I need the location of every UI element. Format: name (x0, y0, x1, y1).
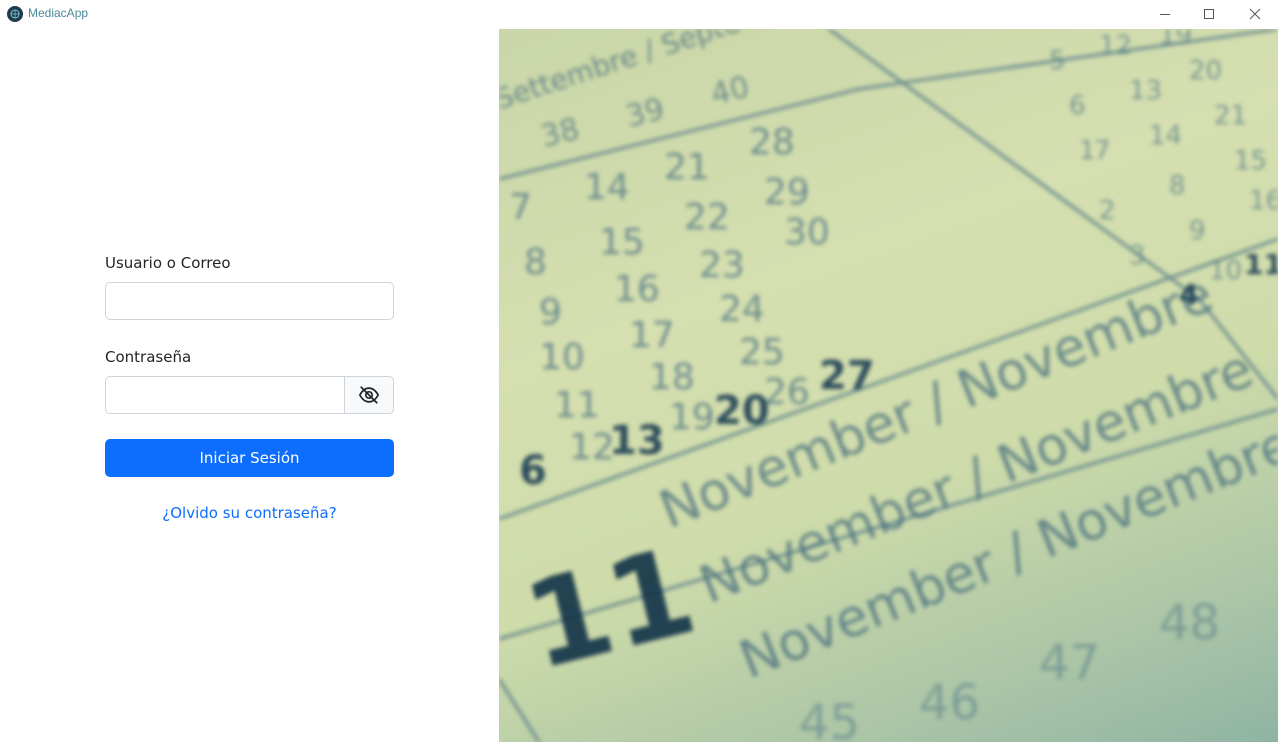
calendar-photo: Settembre / September / Settembre Novemb… (499, 29, 1278, 742)
login-form: Usuario o Correo Contraseña Iniciar Sesi… (0, 28, 499, 742)
svg-text:4: 4 (1179, 278, 1198, 311)
app-title: MediacApp (28, 6, 89, 20)
svg-text:25: 25 (739, 332, 785, 373)
close-button[interactable] (1232, 0, 1278, 28)
minimize-button[interactable] (1142, 0, 1188, 28)
svg-text:9: 9 (539, 292, 562, 333)
svg-text:1: 1 (1079, 136, 1096, 166)
svg-text:3: 3 (1129, 241, 1146, 271)
minimize-icon (1160, 14, 1170, 15)
svg-text:19: 19 (669, 397, 715, 438)
svg-text:45: 45 (799, 695, 860, 742)
svg-text:11: 11 (512, 522, 708, 697)
maximize-button[interactable] (1186, 0, 1232, 28)
svg-text:19: 19 (1159, 29, 1192, 51)
svg-text:46: 46 (919, 675, 980, 731)
svg-text:13: 13 (609, 418, 665, 464)
maximize-icon (1204, 9, 1214, 19)
calendar-background-image: Settembre / September / Settembre Novemb… (499, 29, 1278, 742)
svg-text:38: 38 (537, 112, 583, 155)
svg-text:11: 11 (1244, 248, 1278, 281)
forgot-password-link[interactable]: ¿Olvido su contraseña? (105, 504, 394, 522)
svg-text:13: 13 (1129, 76, 1162, 106)
svg-text:40: 40 (707, 70, 753, 113)
svg-text:29: 29 (764, 172, 810, 213)
svg-text:2: 2 (1099, 196, 1116, 226)
eye-slash-icon (358, 386, 380, 404)
svg-text:48: 48 (1159, 595, 1220, 651)
svg-text:39: 39 (622, 92, 668, 135)
svg-text:12: 12 (569, 427, 615, 468)
username-input[interactable] (105, 282, 394, 320)
svg-text:17: 17 (629, 315, 675, 356)
username-label: Usuario o Correo (105, 254, 231, 272)
password-label: Contraseña (105, 348, 192, 366)
svg-text:10: 10 (1209, 256, 1242, 286)
svg-text:30: 30 (784, 212, 830, 253)
svg-text:28: 28 (749, 122, 795, 163)
svg-text:16: 16 (1249, 186, 1278, 216)
svg-text:20: 20 (714, 388, 770, 434)
title-bar: MediacApp (0, 0, 1278, 28)
svg-text:20: 20 (1189, 56, 1222, 86)
app-logo-icon (7, 6, 23, 22)
svg-text:6: 6 (1069, 91, 1086, 121)
svg-text:7: 7 (1094, 136, 1111, 166)
password-input[interactable] (105, 376, 345, 414)
svg-text:7: 7 (509, 187, 532, 228)
svg-text:14: 14 (584, 167, 630, 208)
svg-text:15: 15 (1234, 146, 1267, 176)
svg-text:5: 5 (1049, 46, 1066, 76)
svg-text:47: 47 (1039, 635, 1100, 691)
svg-text:16: 16 (614, 269, 660, 310)
login-button[interactable]: Iniciar Sesión (105, 439, 394, 477)
svg-text:10: 10 (539, 337, 585, 378)
svg-text:6: 6 (519, 448, 547, 494)
svg-text:8: 8 (524, 242, 547, 283)
svg-text:21: 21 (664, 147, 710, 188)
svg-text:8: 8 (1169, 171, 1186, 201)
toggle-password-visibility-button[interactable] (344, 376, 394, 414)
svg-text:11: 11 (554, 385, 600, 426)
svg-text:21: 21 (1214, 101, 1247, 131)
close-icon (1249, 8, 1261, 20)
svg-text:26: 26 (764, 372, 810, 413)
svg-text:14: 14 (1149, 121, 1182, 151)
svg-text:23: 23 (699, 245, 745, 286)
svg-text:22: 22 (684, 197, 730, 238)
svg-text:12: 12 (1099, 31, 1132, 61)
svg-text:15: 15 (599, 222, 645, 263)
svg-text:27: 27 (819, 353, 875, 399)
svg-text:18: 18 (649, 357, 695, 398)
svg-text:9: 9 (1189, 216, 1206, 246)
svg-text:24: 24 (719, 289, 765, 330)
